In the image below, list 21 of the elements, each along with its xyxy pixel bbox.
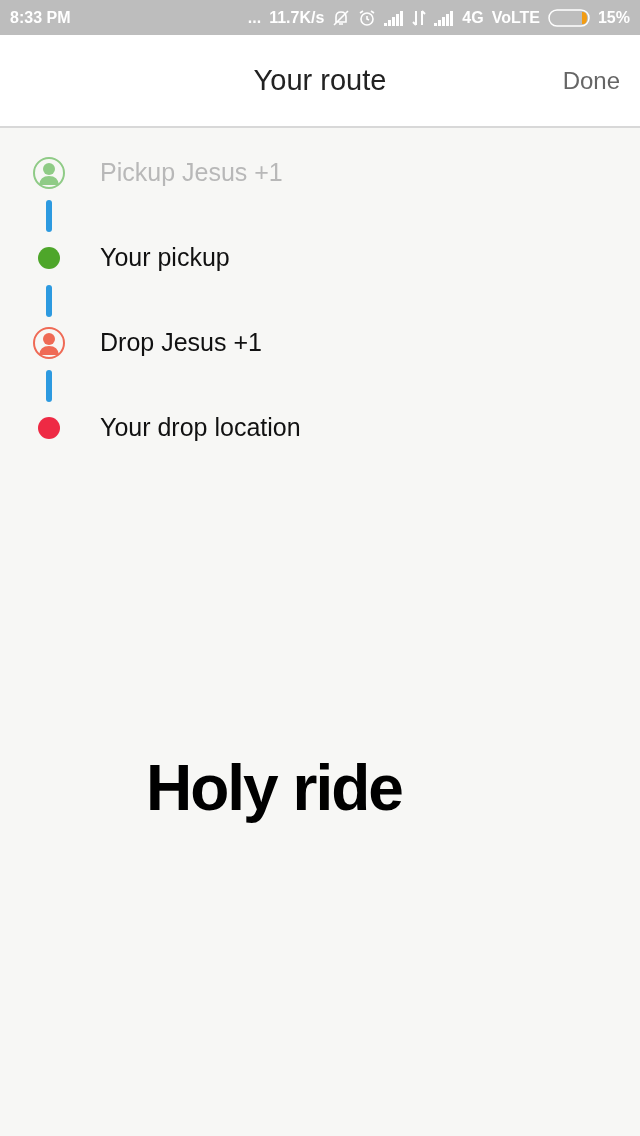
stop-label[interactable]: Drop Jesus +1 bbox=[100, 324, 262, 362]
battery-percent: 15% bbox=[597, 7, 630, 28]
caption: Holy ride bbox=[146, 751, 402, 826]
route-connector bbox=[46, 369, 52, 402]
network-type: 4G bbox=[462, 7, 484, 28]
more-indicator: ... bbox=[247, 7, 262, 28]
stop-label[interactable]: Your pickup bbox=[100, 239, 230, 277]
clock: 8:33 PM bbox=[10, 7, 71, 28]
volte-label: VoLTE bbox=[491, 7, 540, 28]
bell-off-icon bbox=[332, 8, 351, 27]
signal-icon bbox=[434, 9, 455, 26]
done-button[interactable]: Done bbox=[562, 62, 620, 99]
stop-label[interactable]: Your drop location bbox=[100, 409, 301, 447]
data-arrows-icon bbox=[412, 9, 427, 26]
signal-icon bbox=[384, 9, 405, 26]
battery-icon bbox=[547, 8, 590, 27]
alarm-icon bbox=[358, 8, 377, 27]
route-connector bbox=[46, 284, 52, 317]
route-connector bbox=[46, 199, 52, 232]
network-speed: 11.7K/s bbox=[269, 7, 325, 28]
page-title: Your route bbox=[253, 62, 387, 98]
